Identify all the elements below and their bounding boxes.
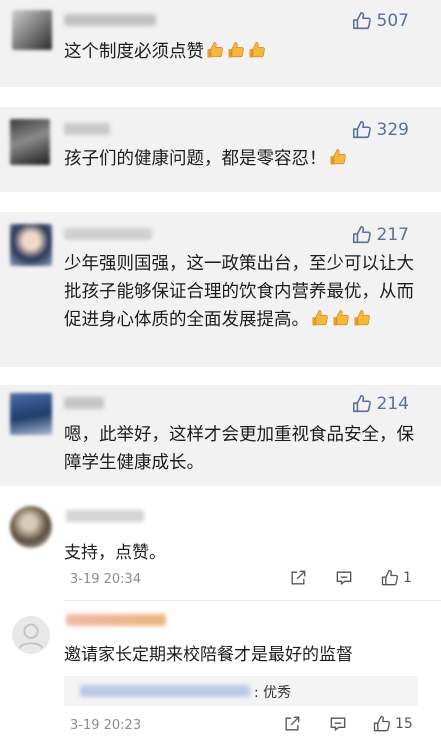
avatar[interactable] [10,224,52,266]
thumbs-up-outline-icon [352,394,371,413]
timestamp: 3-19 20:23 [70,718,142,733]
divider [64,600,441,601]
card-separator [0,192,441,212]
thumbs-up-outline-icon [352,225,371,244]
comment-icon [336,571,352,586]
thumbs-up-emoji-icon [310,307,330,329]
share-icon [291,570,306,585]
comment-text: 这个制度必须点赞 [64,38,423,66]
avatar[interactable] [12,616,50,654]
avatar[interactable] [10,119,50,165]
thumbs-up-outline-icon [352,120,371,139]
thumbs-up-emoji-icon [226,39,246,61]
like-button[interactable]: 15 [372,714,413,734]
like-button[interactable]: 217 [351,224,409,246]
thumbs-up-emoji-icon [247,39,267,61]
comment-button[interactable] [334,568,354,588]
card-separator [0,87,441,107]
comment-card-3: 217 少年强则国强，这一政策出台，至少可以让大批孩子能够保证合理的饮食内营养最… [0,212,441,367]
like-count: 214 [376,394,409,414]
comment-text: 少年强则国强，这一政策出台，至少可以让大批孩子能够保证合理的饮食内营养最优，从而… [64,250,423,334]
avatar[interactable] [10,393,52,435]
quoted-reply[interactable]: : 优秀 [64,676,418,706]
comment-card-4: 214 嗯，此举好，这样才会更加重视食品安全，保障学生健康成长。 [0,385,441,481]
quoted-username[interactable] [80,685,250,697]
avatar[interactable] [10,506,52,548]
share-button[interactable] [288,568,308,588]
share-icon [285,716,300,731]
comment-text: 嗯，此举好，这样才会更加重视食品安全，保障学生健康成长。 [64,425,414,473]
comment-card-1: 507 这个制度必须点赞 [0,0,441,87]
thumbs-up-emoji-icon [328,146,348,168]
card-separator [0,367,441,385]
like-count: 507 [376,11,409,31]
like-count: 15 [395,716,413,732]
timestamp: 3-19 20:34 [70,572,142,587]
comment-body: 这个制度必须点赞 [64,42,204,62]
thumbs-up-emoji-icon [352,307,372,329]
reply-text: 支持，点赞。 [64,543,166,563]
username[interactable] [66,510,144,522]
like-count: 1 [403,570,412,586]
comment-body: 孩子们的健康问题，都是零容忍！ [64,149,327,169]
share-button[interactable] [282,714,302,734]
reply-text: 邀请家长定期来校陪餐才是最好的监督 [64,645,353,665]
avatar[interactable] [12,10,52,50]
comment-icon [330,717,346,732]
thumbs-up-outline-icon [373,715,391,732]
comment-button[interactable] [328,714,348,734]
thumbs-up-outline-icon [352,11,371,30]
thumbs-up-outline-icon [381,569,399,586]
comment-card-2: 329 孩子们的健康问题，都是零容忍！ [0,107,441,192]
quoted-text: : 优秀 [254,685,292,701]
like-button[interactable]: 329 [351,119,409,141]
like-count: 217 [376,225,409,245]
like-button[interactable]: 1 [380,568,412,588]
thumbs-up-emoji-icon [205,39,225,61]
comment-text: 孩子们的健康问题，都是零容忍！ [64,145,423,173]
username[interactable] [66,614,166,626]
username[interactable] [64,397,104,409]
like-count: 329 [376,120,409,140]
thumbs-up-emoji-icon [331,307,351,329]
like-button[interactable]: 507 [351,10,409,32]
username[interactable] [64,14,156,26]
like-button[interactable]: 214 [351,393,409,415]
username[interactable] [64,123,110,135]
username[interactable] [64,228,152,240]
